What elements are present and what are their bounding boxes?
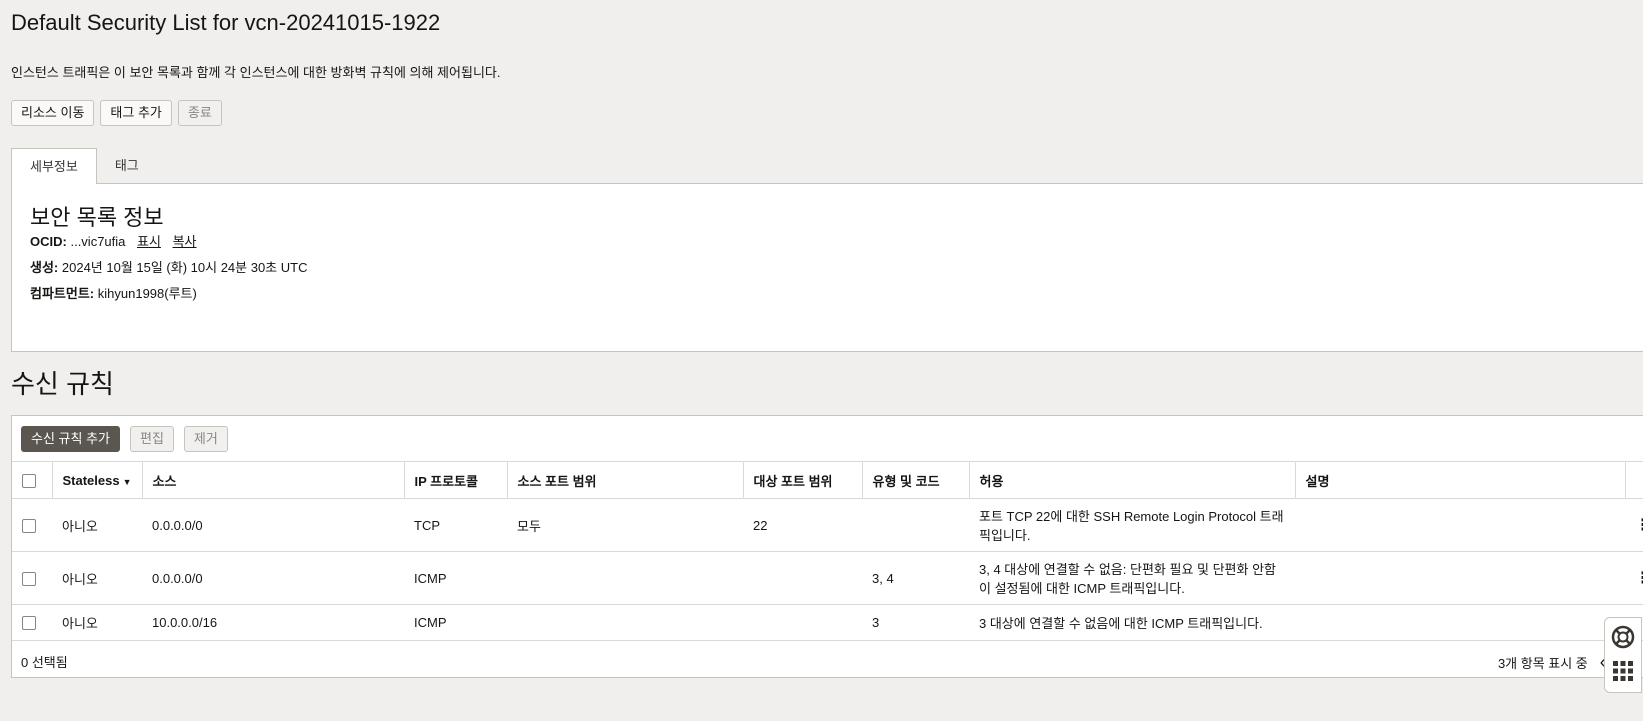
- table-row: 아니오 0.0.0.0/0 ICMP 3, 4 3, 4 대상에 연결할 수 없…: [12, 551, 1643, 605]
- add-tag-button[interactable]: 태그 추가: [100, 100, 172, 126]
- select-all-checkbox[interactable]: [22, 473, 36, 488]
- cell-allows: 포트 TCP 22에 대한 SSH Remote Login Protocol …: [969, 498, 1295, 552]
- page-title: Default Security List for vcn-20241015-1…: [11, 10, 441, 35]
- remove-button[interactable]: 제거: [183, 426, 228, 452]
- col-source: 소스: [141, 461, 404, 499]
- cell-dest-port: [743, 604, 862, 641]
- add-ingress-rule-button[interactable]: 수신 규칙 추가: [21, 426, 120, 452]
- ingress-rules-panel: 수신 규칙 추가 편집 제거 Stateless ▼ 소스 IP 프로토콜 소스 …: [11, 415, 1643, 678]
- ingress-rules-table: Stateless ▼ 소스 IP 프로토콜 소스 포트 범위 대상 포트 범위 …: [12, 461, 1643, 641]
- cell-stateless: 아니오: [52, 551, 142, 605]
- cell-description: [1295, 604, 1625, 641]
- col-actions: [1624, 461, 1643, 499]
- ocid-label: OCID:: [30, 234, 67, 249]
- row-checkbox[interactable]: [22, 616, 36, 631]
- cell-stateless: 아니오: [52, 498, 142, 552]
- table-row: 아니오 0.0.0.0/0 TCP 모두 22 포트 TCP 22에 대한 SS…: [12, 498, 1643, 552]
- move-resource-button[interactable]: 리소스 이동: [11, 100, 95, 126]
- details-panel: 보안 목록 정보 OCID: ...vic7ufia 표시 복사 생성: 202…: [11, 183, 1643, 352]
- ocid-value: ...vic7ufia: [70, 234, 126, 249]
- tab-bar: 세부정보 태그: [11, 148, 157, 184]
- top-actions: 리소스 이동 태그 추가 종료: [11, 100, 222, 126]
- ingress-rules-title: 수신 규칙: [11, 369, 114, 399]
- cell-source: 10.0.0.0/16: [142, 604, 404, 641]
- cell-protocol: TCP: [404, 498, 507, 552]
- sort-down-icon[interactable]: ▼: [123, 477, 132, 487]
- cell-stateless: 아니오: [52, 604, 142, 641]
- details-title: 보안 목록 정보: [30, 205, 164, 230]
- cell-source-port: [507, 551, 743, 605]
- compartment-label: 컴파트먼트:: [30, 286, 95, 301]
- cell-type-code: [862, 498, 969, 552]
- col-allows: 허용: [968, 461, 1295, 499]
- cell-type-code: 3: [862, 604, 969, 641]
- cell-source: 0.0.0.0/0: [142, 498, 404, 552]
- created-value: 2024년 10월 15일 (화) 10시 24분 30초 UTC: [61, 260, 308, 275]
- cell-description: [1295, 551, 1625, 605]
- col-protocol: IP 프로토콜: [403, 461, 507, 499]
- cell-allows: 3 대상에 연결할 수 없음에 대한 ICMP 트래픽입니다.: [969, 604, 1295, 641]
- row-checkbox[interactable]: [22, 571, 36, 586]
- ocid-row: OCID: ...vic7ufia 표시 복사: [30, 231, 196, 250]
- col-stateless[interactable]: Stateless ▼: [51, 461, 142, 499]
- edit-button[interactable]: 편집: [129, 426, 174, 452]
- terminate-button[interactable]: 종료: [177, 100, 222, 126]
- compartment-row: 컴파트먼트: kihyun1998(루트): [30, 283, 197, 302]
- page-description: 인스턴스 트래픽은 이 보안 목록과 함께 각 인스턴스에 대한 방화벽 규칙에…: [11, 65, 501, 80]
- cell-protocol: ICMP: [404, 551, 507, 605]
- created-label: 생성:: [30, 260, 59, 275]
- cell-allows: 3, 4 대상에 연결할 수 없음: 단편화 필요 및 단편화 안함이 설정됨에…: [969, 551, 1295, 605]
- cell-type-code: 3, 4: [862, 551, 969, 605]
- row-checkbox[interactable]: [22, 518, 36, 533]
- help-widget: [1604, 617, 1642, 693]
- col-stateless-label: Stateless: [62, 472, 120, 488]
- col-dest-port: 대상 포트 범위: [742, 461, 862, 499]
- col-source-port: 소스 포트 범위: [506, 461, 743, 499]
- rules-toolbar: 수신 규칙 추가 편집 제거: [21, 426, 228, 452]
- show-ocid-link[interactable]: 표시: [137, 234, 161, 249]
- copy-ocid-link[interactable]: 복사: [173, 234, 197, 249]
- created-row: 생성: 2024년 10월 15일 (화) 10시 24분 30초 UTC: [30, 257, 307, 276]
- cell-dest-port: 22: [743, 498, 862, 552]
- lifebuoy-icon[interactable]: [1610, 624, 1636, 650]
- kebab-menu-icon[interactable]: ⋮: [1625, 551, 1643, 605]
- cell-description: [1295, 498, 1625, 552]
- selected-count: 0 선택됨: [21, 655, 68, 670]
- grid-icon[interactable]: [1612, 660, 1634, 682]
- cell-dest-port: [743, 551, 862, 605]
- cell-source-port: [507, 604, 743, 641]
- table-header-row: Stateless ▼ 소스 IP 프로토콜 소스 포트 범위 대상 포트 범위 …: [12, 461, 1643, 499]
- select-all-cell: [12, 461, 52, 499]
- showing-count: 3개 항목 표시 중: [1497, 656, 1588, 671]
- cell-protocol: ICMP: [404, 604, 507, 641]
- table-row: 아니오 10.0.0.0/16 ICMP 3 3 대상에 연결할 수 없음에 대…: [12, 604, 1643, 641]
- col-description: 설명: [1294, 461, 1625, 499]
- tab-details[interactable]: 세부정보: [11, 148, 97, 184]
- compartment-value: kihyun1998(루트): [97, 286, 197, 301]
- cell-source: 0.0.0.0/0: [142, 551, 404, 605]
- tab-tags[interactable]: 태그: [97, 148, 157, 183]
- kebab-menu-icon[interactable]: ⋮: [1625, 498, 1643, 552]
- col-type-code: 유형 및 코드: [861, 461, 969, 499]
- cell-source-port: 모두: [507, 498, 743, 552]
